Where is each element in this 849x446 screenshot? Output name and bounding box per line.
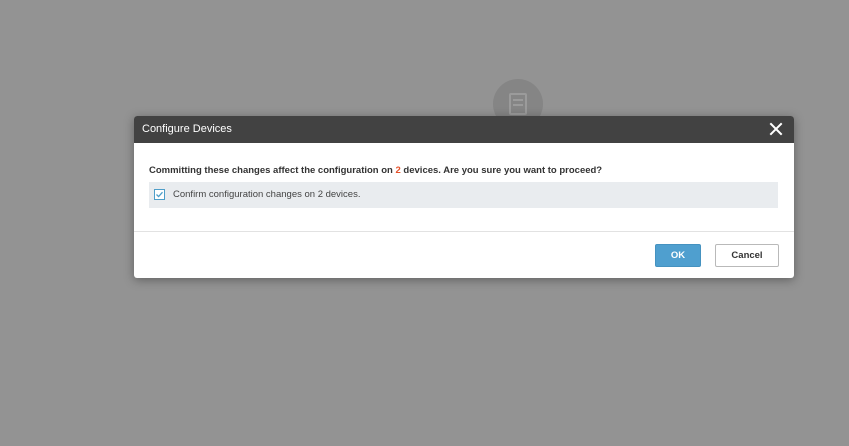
confirm-checkbox-label[interactable]: Confirm configuration changes on 2 devic… bbox=[173, 189, 360, 200]
document-icon bbox=[509, 93, 527, 115]
confirm-row: Confirm configuration changes on 2 devic… bbox=[149, 182, 778, 208]
checkmark-icon bbox=[156, 191, 163, 198]
close-icon bbox=[769, 122, 783, 136]
message-suffix: devices. Are you sure you want to procee… bbox=[400, 165, 603, 176]
close-button[interactable] bbox=[766, 119, 786, 139]
confirm-checkbox[interactable] bbox=[154, 189, 165, 200]
configure-devices-dialog: Configure Devices Committing these chang… bbox=[134, 116, 794, 278]
cancel-button[interactable]: Cancel bbox=[715, 244, 779, 267]
message-prefix: Committing these changes affect the conf… bbox=[149, 165, 396, 176]
dialog-body: Committing these changes affect the conf… bbox=[134, 143, 794, 232]
dialog-title: Configure Devices bbox=[142, 123, 232, 135]
confirmation-message: Committing these changes affect the conf… bbox=[149, 165, 602, 176]
ok-button[interactable]: OK bbox=[655, 244, 701, 267]
dialog-header: Configure Devices bbox=[134, 116, 794, 143]
